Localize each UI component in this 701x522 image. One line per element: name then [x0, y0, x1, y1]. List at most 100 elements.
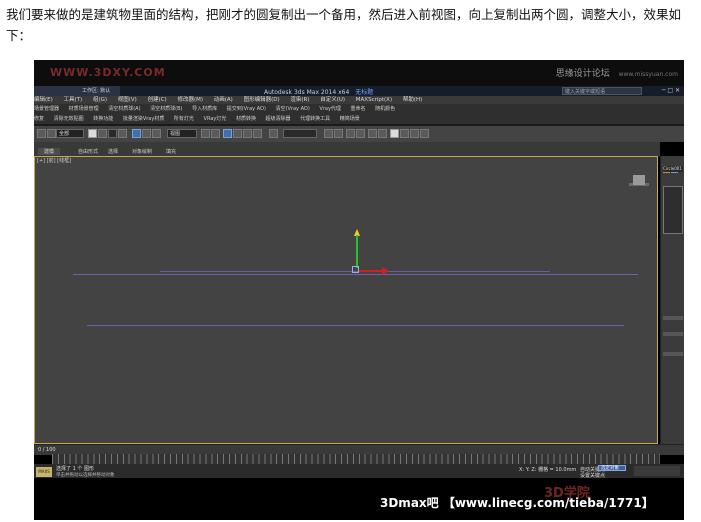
mirror-icon[interactable]: [324, 129, 333, 138]
front-viewport[interactable]: [+] [前] [线框]: [34, 156, 658, 444]
circle-shape-middle[interactable]: [73, 274, 638, 275]
coordinate-display[interactable]: X: Y: Z: 栅格 = 10.0mm: [519, 466, 576, 473]
menu-customize[interactable]: 自定义(U): [320, 97, 345, 103]
curve-editor-icon[interactable]: [368, 129, 377, 138]
key-filter-dropdown[interactable]: 选定对象: [598, 465, 626, 471]
watermark-left: WWW.3DXY.COM: [50, 66, 166, 79]
rollout-header[interactable]: [663, 332, 683, 336]
select-scale-icon[interactable]: [152, 129, 161, 138]
rollout-header[interactable]: [663, 352, 683, 356]
gizmo-x-arrow-icon[interactable]: [382, 267, 389, 275]
viewcube-icon[interactable]: [633, 175, 645, 185]
plugin-item[interactable]: 清空材质球(A): [108, 106, 140, 112]
material-editor-icon[interactable]: [390, 129, 399, 138]
workspace-label[interactable]: 工作区: 默认: [82, 87, 110, 94]
menu-rendering[interactable]: 渲染(R): [290, 97, 309, 103]
edit-named-selection-icon[interactable]: [269, 129, 278, 138]
plugin-item[interactable]: Vray代理: [319, 106, 341, 112]
window-title: Autodesk 3ds Max 2014 x64 无标题: [264, 87, 373, 96]
plugin-item[interactable]: 清空(Vray AO): [276, 106, 310, 112]
window-crossing-icon[interactable]: [118, 129, 127, 138]
search-input[interactable]: 键入关键字或短语: [562, 87, 642, 95]
snap-toggle-icon[interactable]: [223, 129, 232, 138]
menu-modifiers[interactable]: 修改器(M): [177, 97, 203, 103]
ribbon-tab-populate[interactable]: 填充: [166, 148, 176, 155]
menu-maxscript[interactable]: MAXScript(X): [356, 97, 392, 103]
rendered-frame-icon[interactable]: [410, 129, 419, 138]
plugin-item[interactable]: 清除无效贴图: [54, 116, 84, 122]
menu-animation[interactable]: 动画(A): [214, 97, 233, 103]
graphite-toggle-icon[interactable]: [356, 129, 365, 138]
pivot-center-icon[interactable]: [201, 129, 210, 138]
menu-create[interactable]: 创建(C): [148, 97, 167, 103]
playback-controls[interactable]: [634, 466, 680, 476]
close-icon[interactable]: ✕: [675, 87, 680, 94]
document-title: 无标题: [355, 89, 374, 96]
maximize-icon[interactable]: □: [667, 87, 673, 94]
plugin-item[interactable]: 代理转换工具: [300, 116, 330, 122]
menu-tools[interactable]: 工具(T): [64, 97, 83, 103]
ribbon-tab-object-paint[interactable]: 对象绘制: [132, 148, 152, 155]
plugin-item[interactable]: 转换功能: [93, 116, 113, 122]
select-move-icon[interactable]: [132, 129, 141, 138]
plugin-item[interactable]: 超级清除器: [266, 116, 291, 122]
maxscript-listener[interactable]: MAXS: [36, 467, 52, 477]
menu-help[interactable]: 帮助(H): [403, 97, 422, 103]
plugin-item[interactable]: 批量渲染Vray材质: [123, 116, 165, 122]
object-name-field[interactable]: Circle001: [663, 166, 683, 172]
plugin-item[interactable]: 修复: [34, 116, 44, 122]
render-production-icon[interactable]: [420, 129, 429, 138]
plugin-item[interactable]: 随机颜色: [375, 106, 395, 112]
tutorial-caption: 我们要来做的是建筑物里面的结构，把刚才的圆复制出一个备用，然后进入前视图，向上复…: [6, 7, 682, 43]
undo-icon[interactable]: [37, 129, 46, 138]
plugin-item[interactable]: 重命名: [351, 106, 366, 112]
footer-url: 3Dmax吧 【www.linecg.com/tieba/1771】: [380, 496, 654, 510]
gizmo-x-axis[interactable]: [359, 270, 383, 272]
select-manipulate-icon[interactable]: [211, 129, 220, 138]
plugin-item[interactable]: 精简场景: [340, 116, 360, 122]
minimize-icon[interactable]: ─: [662, 87, 666, 94]
menu-edit[interactable]: 编辑(E): [34, 97, 53, 103]
select-by-name-icon[interactable]: [98, 129, 107, 138]
plugin-toolbar-1: 场景管理器 材质场景管理 清空材质球(A) 清空材质球(B) 导入材质库 提交到…: [34, 104, 684, 114]
ribbon-tab-modeling[interactable]: 建模: [38, 148, 61, 155]
select-object-icon[interactable]: [88, 129, 97, 138]
menu-group[interactable]: 组(G): [93, 97, 107, 103]
brand-bar: WWW.3DXY.COM 思缘设计论坛 www.missyuan.com: [34, 60, 684, 86]
menu-graph-editors[interactable]: 图形编辑器(D): [244, 97, 280, 103]
align-icon[interactable]: [334, 129, 343, 138]
spinner-snap-icon[interactable]: [253, 129, 262, 138]
selection-filter-dropdown[interactable]: 全部: [56, 129, 84, 138]
plugin-item[interactable]: 材质场景管理: [69, 106, 99, 112]
gizmo-y-axis[interactable]: [356, 235, 358, 268]
plugin-item[interactable]: 导入材质库: [192, 106, 217, 112]
menu-views[interactable]: 视图(V): [118, 97, 137, 103]
plugin-item[interactable]: 材质转换: [236, 116, 256, 122]
angle-snap-icon[interactable]: [233, 129, 242, 138]
layer-manager-icon[interactable]: [346, 129, 355, 138]
track-bar[interactable]: [52, 454, 660, 464]
plugin-item[interactable]: 场景管理器: [34, 106, 59, 112]
render-setup-icon[interactable]: [400, 129, 409, 138]
gizmo-plane-handle[interactable]: [352, 266, 359, 273]
viewport-label[interactable]: [+] [前] [线框]: [37, 157, 71, 164]
modifier-stack[interactable]: [663, 186, 683, 234]
select-rotate-icon[interactable]: [142, 129, 151, 138]
schematic-view-icon[interactable]: [378, 129, 387, 138]
rollout-header[interactable]: [663, 316, 683, 320]
plugin-item[interactable]: VRay灯光: [204, 116, 227, 122]
window-controls[interactable]: ─ □ ✕: [662, 87, 680, 94]
percent-snap-icon[interactable]: [243, 129, 252, 138]
plugin-item[interactable]: 清空材质球(B): [150, 106, 182, 112]
plugin-item[interactable]: 提交到(Vray AO): [227, 106, 266, 112]
ribbon-tab-selection[interactable]: 选择: [108, 148, 118, 155]
ribbon-tab-freeform[interactable]: 自由形式: [78, 148, 98, 155]
menu-bar: 编辑(E) 工具(T) 组(G) 视图(V) 创建(C) 修改器(M) 动画(A…: [34, 96, 684, 104]
circle-shape-bottom[interactable]: [87, 325, 624, 326]
plugin-item[interactable]: 所有灯光: [174, 116, 194, 122]
rect-selection-icon[interactable]: [108, 129, 117, 138]
reference-coordinate-dropdown[interactable]: 视图: [167, 129, 197, 138]
redo-icon[interactable]: [47, 129, 56, 138]
quick-access-toolbar[interactable]: 工作区: 默认: [34, 86, 120, 96]
named-selection-dropdown[interactable]: [283, 129, 317, 138]
